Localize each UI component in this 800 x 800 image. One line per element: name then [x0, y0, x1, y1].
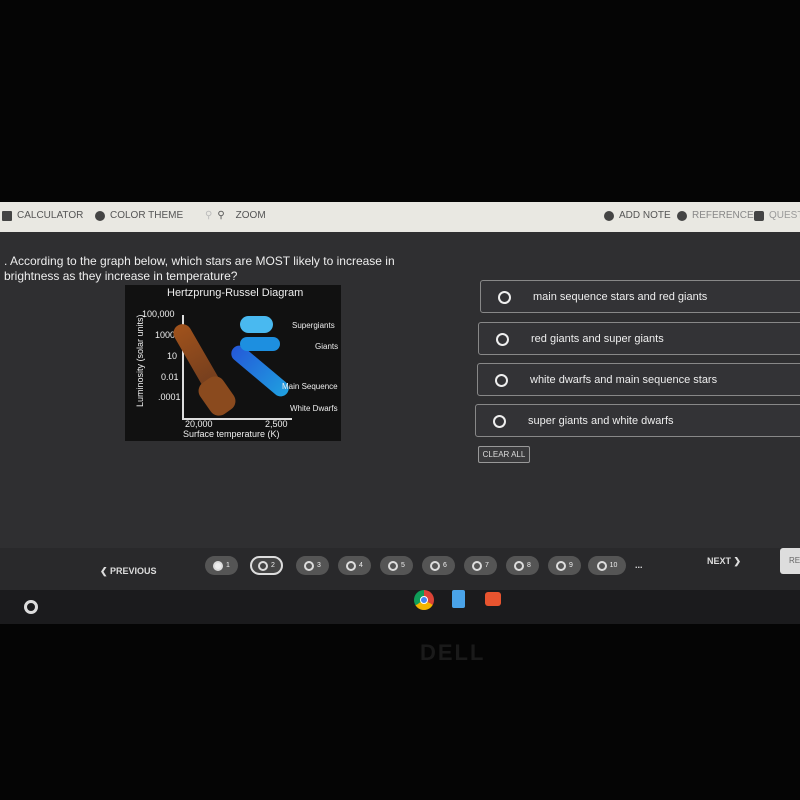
- page-number: 10: [609, 562, 618, 569]
- palette-icon: [95, 210, 105, 221]
- check-icon: [213, 560, 224, 571]
- y-tick: 1000: [155, 330, 176, 340]
- page-number: 4: [359, 562, 363, 569]
- page-number: 8: [527, 562, 531, 569]
- page-number: 1: [226, 562, 230, 569]
- label-giants: Giants: [315, 342, 339, 351]
- circle-icon: [514, 560, 525, 571]
- color-theme-button[interactable]: COLOR THEME: [95, 210, 183, 221]
- calculator-button[interactable]: CALCULATOR: [2, 210, 83, 221]
- question-page-9[interactable]: 9: [548, 556, 581, 575]
- question-page-7[interactable]: 7: [464, 556, 497, 575]
- chrome-icon[interactable]: [414, 590, 434, 610]
- page-number: 7: [485, 562, 489, 569]
- x-tick: 2,500: [265, 419, 288, 429]
- circle-icon: [346, 560, 357, 571]
- more-pages: ...: [635, 560, 643, 570]
- next-button[interactable]: NEXT ❯: [707, 556, 741, 567]
- plus-circle-icon: [604, 210, 614, 221]
- answer-option[interactable]: super giants and white dwarfs: [475, 404, 800, 437]
- page-number: 5: [401, 562, 405, 569]
- circle-icon: [258, 560, 269, 571]
- slides-icon[interactable]: [485, 592, 501, 606]
- circle-icon: [430, 560, 441, 571]
- label-main-sequence: Main Sequence: [282, 382, 338, 391]
- label-supergiants: Supergiants: [292, 321, 335, 330]
- radio-button[interactable]: [495, 374, 508, 387]
- radio-button[interactable]: [496, 333, 509, 346]
- page-number: 2: [271, 562, 275, 569]
- launcher-icon[interactable]: [24, 600, 38, 614]
- zoom-out-icon: ⚲: [205, 210, 213, 221]
- answer-option[interactable]: white dwarfs and main sequence stars: [477, 363, 800, 396]
- radio-button[interactable]: [498, 291, 511, 304]
- label-white-dwarfs: White Dwarfs: [290, 404, 338, 413]
- zoom-in-icon: ⚲: [217, 210, 225, 221]
- question-page-4[interactable]: 4: [338, 556, 371, 575]
- diagram-title: Hertzprung-Russel Diagram: [167, 287, 304, 299]
- y-tick: .0001: [158, 392, 181, 402]
- circle-icon: [388, 560, 399, 571]
- previous-button[interactable]: ❮ PREVIOUS: [100, 566, 157, 577]
- question-page-6[interactable]: 6: [422, 556, 455, 575]
- toolbar: CALCULATOR COLOR THEME ⚲ ⚲ ZOOM ADD NOTE R…: [0, 202, 800, 232]
- giants-blob: [240, 337, 280, 351]
- x-axis-label: Surface temperature (K): [183, 429, 280, 439]
- os-shelf: [0, 590, 800, 624]
- y-tick: 0.01: [161, 372, 179, 382]
- clear-all-button[interactable]: CLEAR ALL: [478, 446, 530, 463]
- circle-icon: [304, 560, 315, 571]
- docs-icon[interactable]: [452, 590, 465, 608]
- x-tick: 20,000: [185, 419, 213, 429]
- circle-icon: [556, 560, 567, 571]
- hr-diagram: Hertzprung-Russel Diagram Luminosity (so…: [125, 285, 341, 441]
- answer-option[interactable]: red giants and super giants: [478, 322, 800, 355]
- review-button[interactable]: RE: [780, 548, 800, 574]
- question-text: . According to the graph below, which st…: [4, 254, 395, 283]
- reference-button[interactable]: REFERENCE: [677, 210, 754, 221]
- circle-icon: [472, 560, 483, 571]
- zoom-button[interactable]: ⚲ ⚲ ZOOM: [205, 210, 266, 221]
- question-button[interactable]: QUESTIO: [754, 210, 800, 221]
- question-page-5[interactable]: 5: [380, 556, 413, 575]
- answer-option[interactable]: main sequence stars and red giants: [480, 280, 800, 313]
- add-note-button[interactable]: ADD NOTE: [604, 210, 671, 221]
- question-icon: [754, 210, 764, 221]
- calculator-icon: [2, 210, 12, 221]
- page-number: 6: [443, 562, 447, 569]
- question-page-10[interactable]: 10: [588, 556, 626, 575]
- y-tick: 100,000: [142, 309, 175, 319]
- question-page-2[interactable]: 2: [250, 556, 283, 575]
- page-number: 3: [317, 562, 321, 569]
- reference-icon: [677, 210, 687, 221]
- supergiants-blob: [240, 316, 273, 333]
- radio-button[interactable]: [493, 415, 506, 428]
- circle-icon: [596, 560, 607, 571]
- page-number: 9: [569, 562, 573, 569]
- question-page-8[interactable]: 8: [506, 556, 539, 575]
- question-page-3[interactable]: 3: [296, 556, 329, 575]
- y-tick: 10: [167, 351, 178, 361]
- dell-logo: DELL: [420, 640, 486, 665]
- question-page-1[interactable]: 1: [205, 556, 238, 575]
